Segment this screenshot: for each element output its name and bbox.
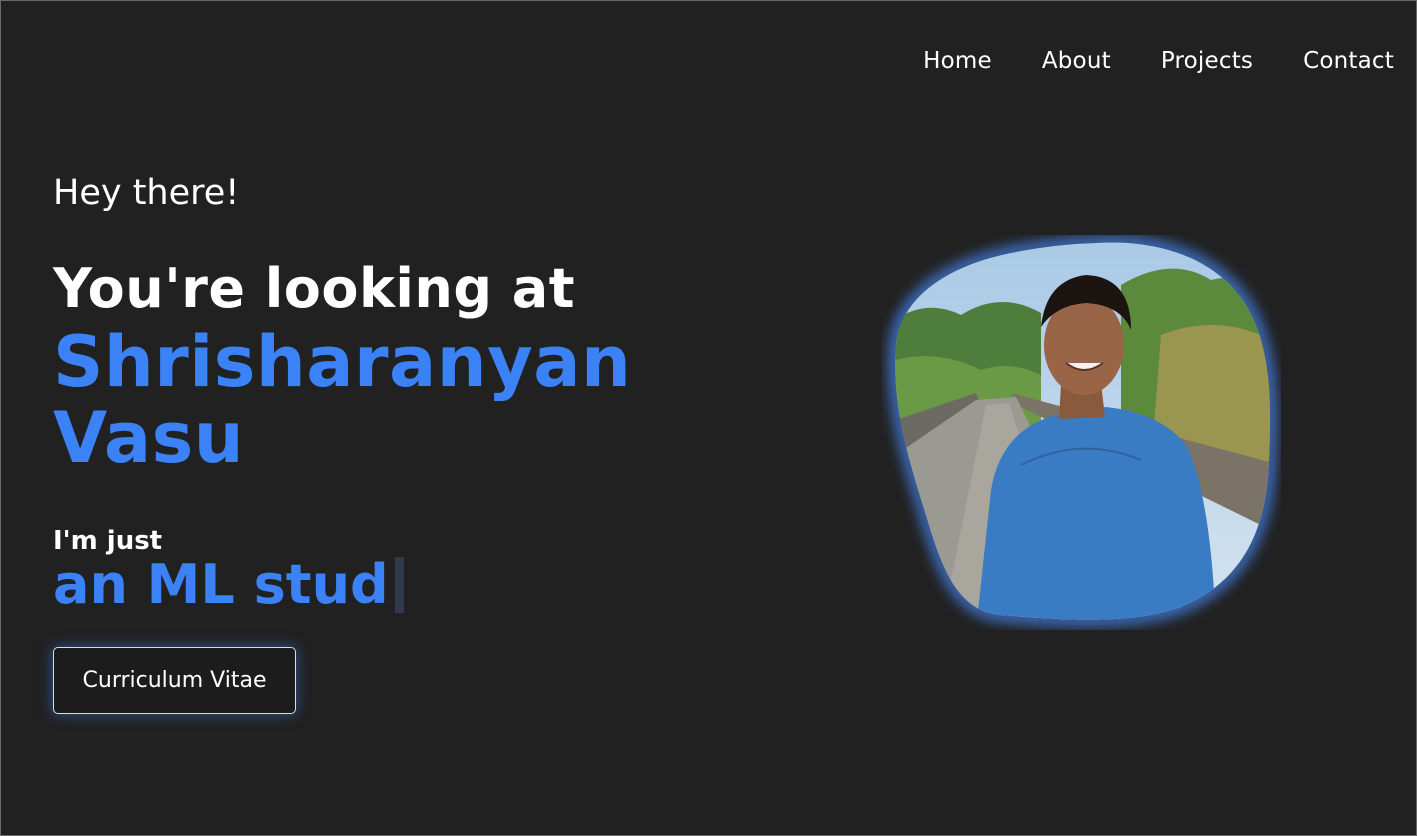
curriculum-vitae-button[interactable]: Curriculum Vitae [53,647,296,714]
hero-section: Hey there! You're looking at Shrisharany… [53,169,753,615]
typing-caret [394,557,404,613]
profile-photo [890,237,1276,625]
nav-link-contact[interactable]: Contact [1303,45,1394,77]
nav-link-about[interactable]: About [1042,45,1111,77]
top-nav: Home About Projects Contact [923,45,1394,77]
typed-role-line: an ML stud [53,555,753,615]
greeting-text: Hey there! [53,173,240,213]
nav-link-home[interactable]: Home [923,45,992,77]
nav-link-projects[interactable]: Projects [1161,45,1253,77]
intro-heading: You're looking at [53,257,576,320]
name-first: Shrisharanyan [53,321,632,403]
name-last: Vasu [53,397,245,479]
typed-role-text: an ML stud [53,553,389,616]
page: Home About Projects Contact Hey there! Y… [0,0,1417,836]
